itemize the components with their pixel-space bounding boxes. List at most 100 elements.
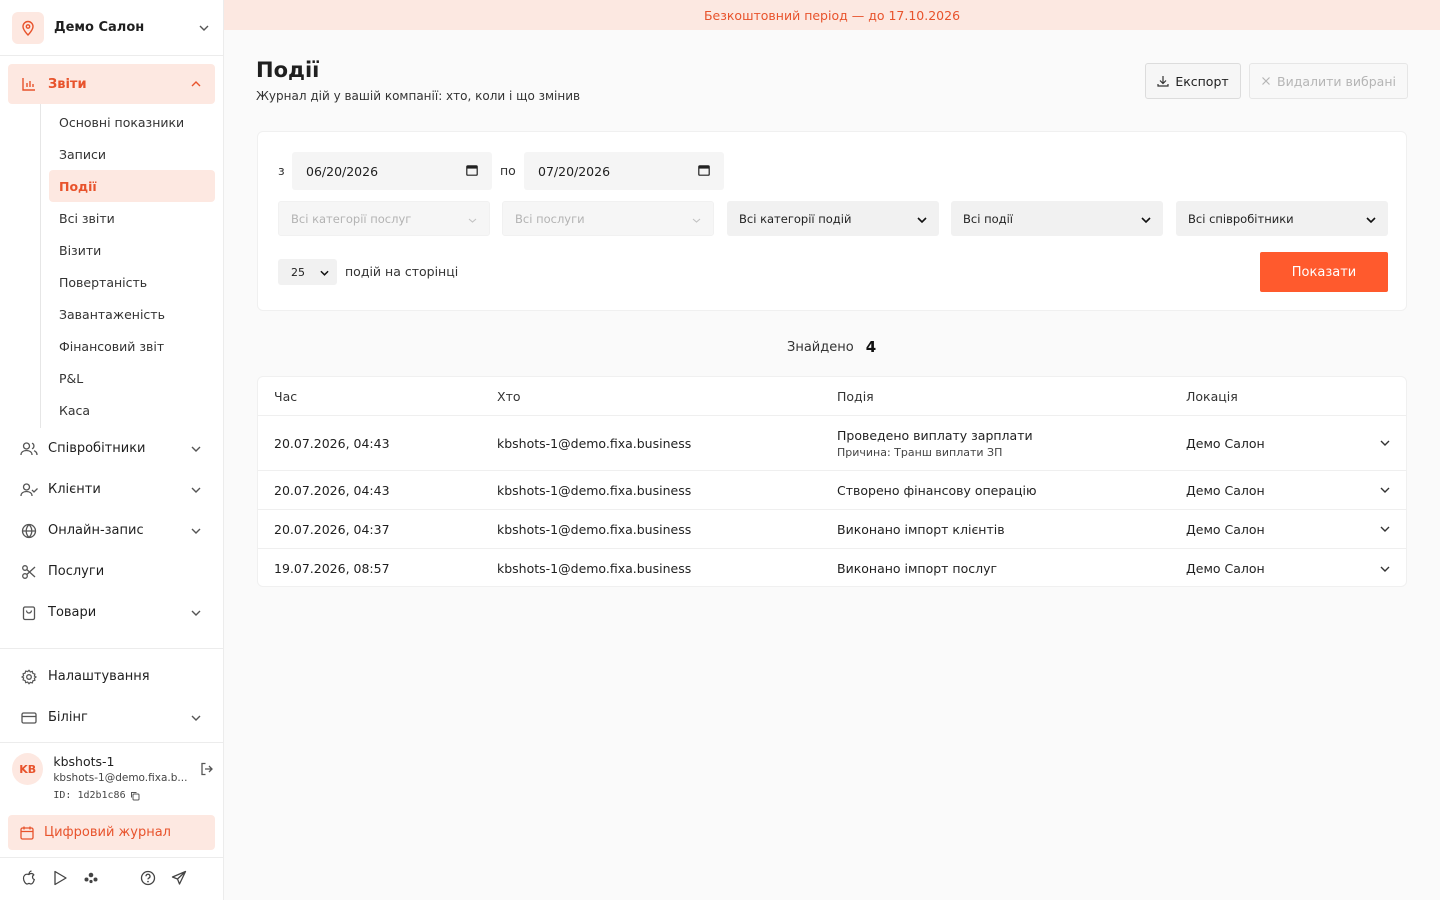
credit-card-icon <box>20 709 38 727</box>
subnav-item-events[interactable]: Події <box>49 170 215 202</box>
user-id: ID: 1d2b1c86 <box>53 790 187 801</box>
cell-location: Демо Салон <box>1186 521 1265 537</box>
main-nav: Звіти Основні показники Записи Події Всі… <box>8 64 215 633</box>
results-count-label: Знайдено <box>787 339 854 355</box>
subnav-item-pnl[interactable]: P&L <box>49 362 215 394</box>
cell-location: Демо Салон <box>1186 435 1265 451</box>
location-switcher[interactable]: Демо Салон <box>0 0 223 56</box>
digital-journal-button[interactable]: Цифровий журнал <box>8 815 215 850</box>
cell-who: kbshots-1@demo.fixa.business <box>497 435 692 451</box>
nav-settings[interactable]: Налаштування <box>8 656 215 697</box>
cell-who: kbshots-1@demo.fixa.business <box>497 482 692 498</box>
bottom-nav: Налаштування Білінг <box>8 656 215 738</box>
reports-subnav: Основні показники Записи Події Всі звіти… <box>40 104 215 428</box>
subnav-item-financial[interactable]: Фінансовий звіт <box>49 330 215 362</box>
employee-select[interactable]: Всі співробітники <box>1176 201 1388 236</box>
date-to-input[interactable]: 07/20/2026 <box>524 152 724 190</box>
chevron-down-icon <box>189 483 203 497</box>
cell-event: Проведено виплату зарплати Причина: Тран… <box>837 416 1033 470</box>
page-subtitle: Журнал дій у вашій компанії: хто, коли і… <box>256 89 581 103</box>
subnav-item-occupancy[interactable]: Завантаженість <box>49 298 215 330</box>
subnav-item-main-metrics[interactable]: Основні показники <box>49 106 215 138</box>
delete-selected-button[interactable]: Видалити вибрані <box>1249 63 1408 99</box>
table-row[interactable]: 20.07.2026, 04:43 kbshots-1@demo.fixa.bu… <box>258 471 1406 510</box>
nav-goods[interactable]: Товари <box>8 592 215 633</box>
location-name: Демо Салон <box>54 20 145 35</box>
show-button[interactable]: Показати <box>1260 252 1388 292</box>
sidebar: Демо Салон Звіти Основні показники Запис… <box>0 0 224 900</box>
date-from-value: 06/20/2026 <box>306 163 379 179</box>
logout-icon[interactable] <box>197 759 217 779</box>
user-name: kbshots-1 <box>53 754 115 769</box>
community-icon[interactable] <box>82 869 100 887</box>
cell-event: Створено фінансову операцію <box>837 482 1037 498</box>
footer-app-links <box>20 866 210 890</box>
chevron-down-icon <box>692 212 701 226</box>
map-pin-icon <box>12 11 44 44</box>
chevron-down-icon <box>320 266 329 279</box>
export-button[interactable]: Експорт <box>1145 63 1241 99</box>
send-icon[interactable] <box>170 869 188 887</box>
download-icon <box>1157 75 1169 87</box>
nav-goods-label: Товари <box>48 605 97 620</box>
expand-chevron-icon[interactable] <box>1380 549 1390 586</box>
subnav-item-all-reports[interactable]: Всі звіти <box>49 202 215 234</box>
subnav-item-records[interactable]: Записи <box>49 138 215 170</box>
event-category-select[interactable]: Всі категорії подій <box>727 201 939 236</box>
apple-icon[interactable] <box>20 869 38 887</box>
subnav-item-visits[interactable]: Візити <box>49 234 215 266</box>
nav-clients-label: Клієнти <box>48 482 101 497</box>
subnav-item-retention[interactable]: Повертаність <box>49 266 215 298</box>
help-icon[interactable] <box>139 869 157 887</box>
nav-reports[interactable]: Звіти <box>8 64 215 104</box>
play-store-icon[interactable] <box>51 869 69 887</box>
calendar-icon <box>20 826 34 840</box>
cell-who: kbshots-1@demo.fixa.business <box>497 561 692 576</box>
table-row[interactable]: 19.07.2026, 08:57 kbshots-1@demo.fixa.bu… <box>258 549 1406 586</box>
expand-chevron-icon[interactable] <box>1380 471 1390 509</box>
nav-clients[interactable]: Клієнти <box>8 469 215 510</box>
event-select[interactable]: Всі події <box>951 201 1163 236</box>
nav-staff[interactable]: Співробітники <box>8 428 215 469</box>
chevron-down-icon <box>189 711 203 725</box>
page-title: Події <box>256 58 320 82</box>
date-from-input[interactable]: 06/20/2026 <box>292 152 492 190</box>
chevron-down-icon <box>1366 212 1376 226</box>
calendar-icon <box>698 164 710 179</box>
copy-icon[interactable] <box>130 791 140 801</box>
nav-services[interactable]: Послуги <box>8 551 215 592</box>
employee-value: Всі співробітники <box>1188 211 1294 226</box>
user-id-label: ID: <box>53 790 72 801</box>
chevron-down-icon <box>189 524 203 538</box>
per-page-select[interactable]: 25 <box>278 259 337 285</box>
scissors-icon <box>20 563 38 581</box>
service-select[interactable]: Всі послуги <box>502 201 714 236</box>
nav-billing[interactable]: Білінг <box>8 697 215 738</box>
chevron-down-icon <box>197 21 211 35</box>
export-label: Експорт <box>1175 73 1229 89</box>
per-page-value: 25 <box>291 265 305 279</box>
table-row[interactable]: 20.07.2026, 04:37 kbshots-1@demo.fixa.bu… <box>258 510 1406 549</box>
digital-journal-label: Цифровий журнал <box>44 825 171 840</box>
close-icon <box>1261 76 1271 86</box>
event-value: Всі події <box>963 211 1013 226</box>
shopping-bag-icon <box>20 604 38 622</box>
per-page-label: подій на сторінці <box>345 264 459 279</box>
service-category-select[interactable]: Всі категорії послуг <box>278 201 490 236</box>
subnav-item-cashbox[interactable]: Каса <box>49 394 215 426</box>
user-id-value: 1d2b1c86 <box>77 790 126 801</box>
column-header-location: Локація <box>1186 388 1238 404</box>
expand-chevron-icon[interactable] <box>1380 510 1390 548</box>
results-count-value: 4 <box>865 338 877 356</box>
user-info: kbshots-1 kbshots-1@demo.fixa.b... ID: 1… <box>53 745 187 811</box>
chevron-down-icon <box>189 442 203 456</box>
chevron-down-icon <box>917 212 927 226</box>
nav-online-booking[interactable]: Онлайн-запис <box>8 510 215 551</box>
table-row[interactable]: 20.07.2026, 04:43 kbshots-1@demo.fixa.bu… <box>258 416 1406 471</box>
date-to-value: 07/20/2026 <box>538 163 611 179</box>
delete-selected-label: Видалити вибрані <box>1277 73 1396 89</box>
divider <box>0 648 224 649</box>
cell-event: Виконано імпорт послуг <box>837 561 998 576</box>
expand-chevron-icon[interactable] <box>1380 416 1390 470</box>
chevron-down-icon <box>1141 212 1151 226</box>
